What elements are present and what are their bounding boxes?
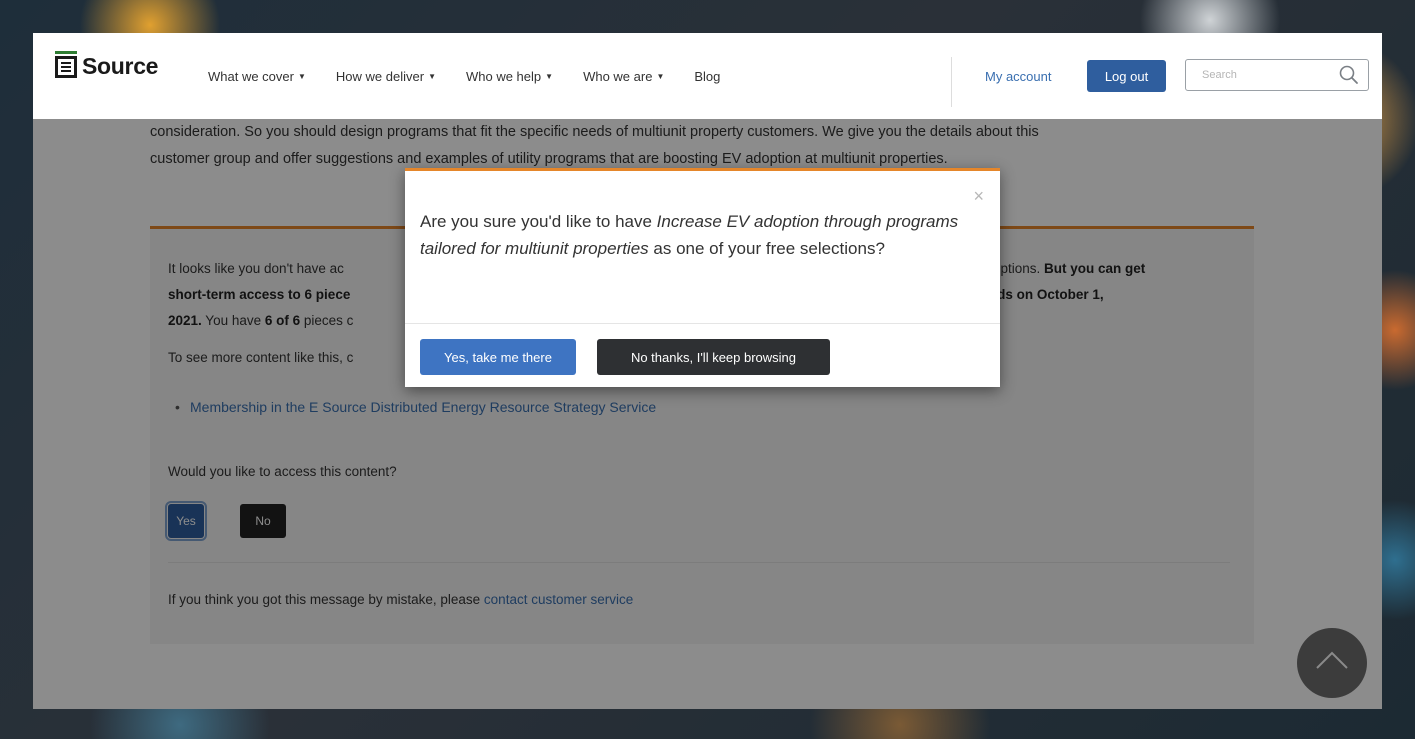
scroll-to-top-button[interactable] (1297, 628, 1367, 698)
dismiss-button[interactable]: No thanks, I'll keep browsing (597, 339, 830, 375)
search-icon[interactable] (1338, 64, 1360, 86)
logo-e-icon (55, 50, 77, 78)
caret-down-icon: ▼ (656, 72, 665, 81)
menu-item-how-we-deliver[interactable]: How we deliver ▼ (336, 69, 436, 84)
close-icon[interactable]: × (973, 187, 984, 205)
menu-item-what-we-cover[interactable]: What we cover ▼ (208, 69, 306, 84)
menu-item-who-we-are[interactable]: Who we are ▼ (583, 69, 664, 84)
caret-down-icon: ▼ (545, 72, 554, 81)
logo-text: Source (82, 53, 159, 79)
search-placeholder: Search (1202, 69, 1237, 81)
page: Source What we cover ▼ How we deliver ▼ Wh… (33, 33, 1382, 709)
chevron-up-icon (1316, 651, 1348, 669)
search-input[interactable]: Search (1185, 59, 1369, 91)
confirm-button[interactable]: Yes, take me there (420, 339, 576, 375)
modal-divider (405, 323, 1000, 324)
logo[interactable]: Source (55, 50, 159, 80)
header-divider (951, 57, 952, 107)
main-menu: What we cover ▼ How we deliver ▼ Who we he… (208, 69, 750, 84)
confirm-selection-modal: × Are you sure you'd like to have Increa… (405, 168, 1000, 387)
my-account-link[interactable]: My account (985, 69, 1051, 84)
logout-button[interactable]: Log out (1087, 60, 1166, 92)
caret-down-icon: ▼ (297, 72, 306, 81)
menu-item-blog[interactable]: Blog (694, 69, 720, 84)
modal-message: Are you sure you'd like to have Increase… (420, 212, 959, 258)
menu-item-who-we-help[interactable]: Who we help ▼ (466, 69, 553, 84)
caret-down-icon: ▼ (428, 72, 436, 81)
site-header: Source What we cover ▼ How we deliver ▼ Wh… (33, 33, 1382, 119)
